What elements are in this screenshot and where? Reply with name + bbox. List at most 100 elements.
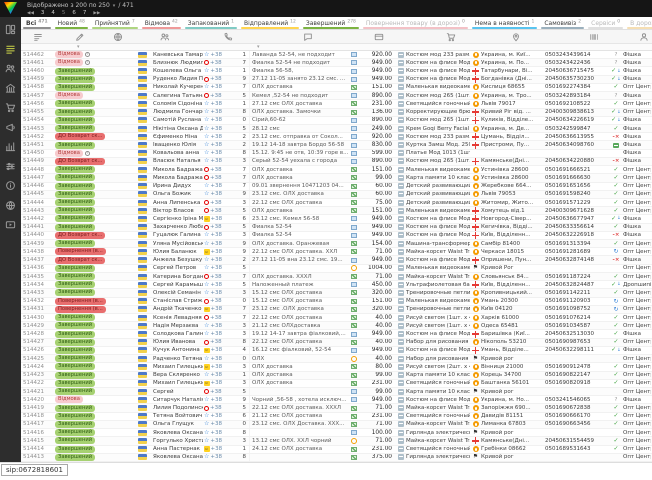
- sidebar-item-warehouse-icon[interactable]: [5, 83, 16, 94]
- table-row[interactable]: 514417ЗавершенийОльга Глущук☆+38023.12 с…: [21, 421, 652, 429]
- table-row[interactable]: 514444ЗавершенийАнна Липенська+38322.12 …: [21, 199, 652, 207]
- column-header-status-icon[interactable]: [75, 32, 85, 42]
- table-row[interactable]: 514434ЗавершенийСергей Карамышев☆+385Нал…: [21, 281, 652, 289]
- phone-cell[interactable]: +387: [203, 59, 249, 66]
- phone-cell[interactable]: ☆+388: [203, 454, 249, 461]
- table-row[interactable]: 514446ЗавершенийИрина Дидух☆+38709.01 зв…: [21, 183, 652, 191]
- pagination-page-7[interactable]: 7: [83, 10, 87, 16]
- table-row[interactable]: 514426ЗавершенийКучук Антонинаlc+38416.1…: [21, 347, 652, 355]
- table-row[interactable]: 514418ЗавершенийТетяна Войтович☆+38621.1…: [21, 413, 652, 421]
- column-header-product-icon[interactable]: [446, 32, 456, 42]
- column-header-comment-icon[interactable]: [303, 32, 313, 42]
- table-row[interactable]: 514419ЗавершенийЛилия Подолинская+38522.…: [21, 404, 652, 412]
- phone-cell[interactable]: +387: [203, 166, 249, 173]
- table-row[interactable]: 514437ДО Возврат ск...Анжела Безушку☆+38…: [21, 256, 652, 264]
- phone-cell[interactable]: lc+383: [203, 363, 249, 370]
- table-row[interactable]: 514440ДО Возврат ск...Гуцалюк Галина☆+38…: [21, 232, 652, 240]
- phone-cell[interactable]: +385: [203, 388, 249, 395]
- table-row[interactable]: 514442ЗавершенийСергієнко Іріна Ми...lc+…: [21, 215, 652, 223]
- phone-cell[interactable]: +383: [203, 199, 249, 206]
- info-icon[interactable]: i: [85, 52, 90, 57]
- phone-cell[interactable]: ☆+383: [203, 158, 249, 165]
- info-icon[interactable]: i: [85, 151, 90, 156]
- sidebar-item-international-icon[interactable]: [5, 200, 16, 211]
- table-row[interactable]: 514413ЗавершенийЯковлева Оксана☆+388375.…: [21, 454, 652, 462]
- table-row[interactable]: 514428ЗавершенийСолодкова Галина В...☆+3…: [21, 330, 652, 338]
- table-row[interactable]: 514439ЗавершенийУляна Мусійовська☆+389ОЛ…: [21, 240, 652, 248]
- phone-cell[interactable]: +387: [203, 174, 249, 181]
- phone-cell[interactable]: ☆+385: [203, 125, 249, 132]
- sidebar-item-video-tutorials-icon[interactable]: [5, 219, 16, 230]
- phone-cell[interactable]: ☆+388: [203, 429, 249, 436]
- table-row[interactable]: 514449ДО Возврат ск...Власюк Наталья☆+38…: [21, 158, 652, 166]
- tab-10[interactable]: Самовивіз2: [539, 17, 586, 29]
- phone-cell[interactable]: ☆+383: [203, 289, 249, 296]
- phone-cell[interactable]: ☆+383: [203, 322, 249, 329]
- table-row[interactable]: 514453ЗавершенийНікітіна Оксана Дми...☆+…: [21, 125, 652, 133]
- info-icon[interactable]: i: [85, 60, 90, 65]
- phone-cell[interactable]: ☆+383: [203, 437, 249, 444]
- tab-6[interactable]: Відправлений12: [239, 17, 301, 29]
- column-header-order-id-icon[interactable]: [33, 32, 43, 42]
- phone-cell[interactable]: +385: [203, 92, 249, 99]
- column-header-payment-icon[interactable]: [374, 32, 384, 42]
- table-row[interactable]: 514457ВідмоваСалегина Татьяна С...+385Ке…: [21, 92, 652, 100]
- table-row[interactable]: 514429ЗавершенийНадія Мерзаєва☆+38321.12…: [21, 322, 652, 330]
- column-header-address-icon[interactable]: [511, 32, 521, 42]
- tab-3[interactable]: Прийнятий7: [90, 17, 140, 29]
- table-row[interactable]: 514432Повернення (в...Станіслав Стрижак+…: [21, 298, 652, 306]
- phone-cell[interactable]: lc+387: [203, 306, 249, 313]
- phone-cell[interactable]: +385: [203, 224, 249, 231]
- phone-cell[interactable]: ☆+383: [203, 330, 249, 337]
- table-row[interactable]: 514416ЗавершенийЯковлева Оксана☆+388100.…: [21, 429, 652, 437]
- table-row[interactable]: 514452ДО Возврат ск...Єфименко Ніна☆+382…: [21, 133, 652, 141]
- sidebar-item-purchases-icon[interactable]: [5, 102, 16, 113]
- table-row[interactable]: 514420ВідмоваСитарчук Наталія Гр...☆+389…: [21, 396, 652, 404]
- table-row[interactable]: 514435ЗавершенийКатерина Богданова+387ОЛ…: [21, 273, 652, 281]
- table-row[interactable]: 514445ЗавершенийОльга Божик☆+38923.12 см…: [21, 191, 652, 199]
- table-row[interactable]: 514431Повернення (в...Андрій Ткаченкоlc+…: [21, 306, 652, 314]
- pagination-first-button[interactable]: ◀◀: [27, 11, 34, 16]
- table-row[interactable]: 514430ЗавершенийКсенія Левадняя+38722.12…: [21, 314, 652, 322]
- phone-cell[interactable]: ☆+380: [203, 421, 249, 428]
- phone-cell[interactable]: lc+383: [203, 380, 249, 387]
- table-row[interactable]: 514460ЗавершенийКошелева Ольга Ар...☆+38…: [21, 67, 652, 75]
- column-header-customer-icon[interactable]: [160, 32, 170, 42]
- app-logo-icon[interactable]: [4, 2, 17, 14]
- chevron-down-icon[interactable]: ▾: [113, 3, 116, 9]
- tab-4[interactable]: Відмова42: [140, 17, 183, 29]
- phone-cell[interactable]: ☆+385: [203, 265, 249, 272]
- phone-cell[interactable]: ☆+381: [203, 372, 249, 379]
- table-row[interactable]: 514459ЗавершенийРуденко Лидия Пав...+389…: [21, 76, 652, 84]
- column-header-tracking-icon[interactable]: [589, 32, 599, 42]
- table-row[interactable]: 514461ВідмоваiБлизнюк Людмила ...+387Фиа…: [21, 59, 652, 67]
- table-row[interactable]: 514456ЗавершенийСоломія Сідоніна☆+38127.…: [21, 100, 652, 108]
- tab-8[interactable]: Повернення товару (в дорозі)0: [361, 17, 470, 29]
- phone-cell[interactable]: +387: [203, 273, 249, 280]
- phone-cell[interactable]: ☆+381: [203, 51, 249, 58]
- phone-cell[interactable]: ☆+389: [203, 396, 249, 403]
- phone-cell[interactable]: ☆+387: [203, 84, 249, 91]
- sidebar-item-dashboard-icon[interactable]: [5, 24, 16, 35]
- table-row[interactable]: 514423ЗавершенийВера Скляренко☆+381ОЛХ д…: [21, 372, 652, 380]
- table-row[interactable]: 514422ЗавершенийМихаил Гилецькийlc+383ОЛ…: [21, 380, 652, 388]
- phone-cell[interactable]: ☆+389: [203, 191, 249, 198]
- table-row[interactable]: 514424ЗавершенийМихаил Гилецькийlc+383ОЛ…: [21, 363, 652, 371]
- phone-cell[interactable]: ☆+382: [203, 141, 249, 148]
- phone-cell[interactable]: ☆+381: [203, 100, 249, 107]
- phone-cell[interactable]: ☆+382: [203, 133, 249, 140]
- table-row[interactable]: 514458ЗавершенийНиколай Кучеренко☆+387ОЛ…: [21, 84, 652, 92]
- sidebar-item-info-icon[interactable]: [5, 180, 16, 191]
- pagination-page-6[interactable]: 6: [72, 10, 76, 16]
- tab-7[interactable]: Завершений278: [301, 17, 361, 29]
- phone-cell[interactable]: ☆+382: [203, 256, 249, 263]
- tab-5[interactable]: Запакований1: [183, 17, 239, 29]
- table-row[interactable]: 514455ЗавершенийЛюдмила Гончарова☆+388ОЛ…: [21, 109, 652, 117]
- column-header-country-icon[interactable]: [113, 32, 123, 42]
- phone-cell[interactable]: ☆+383: [203, 232, 249, 239]
- phone-cell[interactable]: ☆+380: [203, 355, 249, 362]
- sidebar-item-settings-icon[interactable]: [5, 161, 16, 172]
- phone-cell[interactable]: ☆+380: [203, 117, 249, 124]
- phone-cell[interactable]: +387: [203, 314, 249, 321]
- phone-cell[interactable]: +388: [203, 339, 249, 346]
